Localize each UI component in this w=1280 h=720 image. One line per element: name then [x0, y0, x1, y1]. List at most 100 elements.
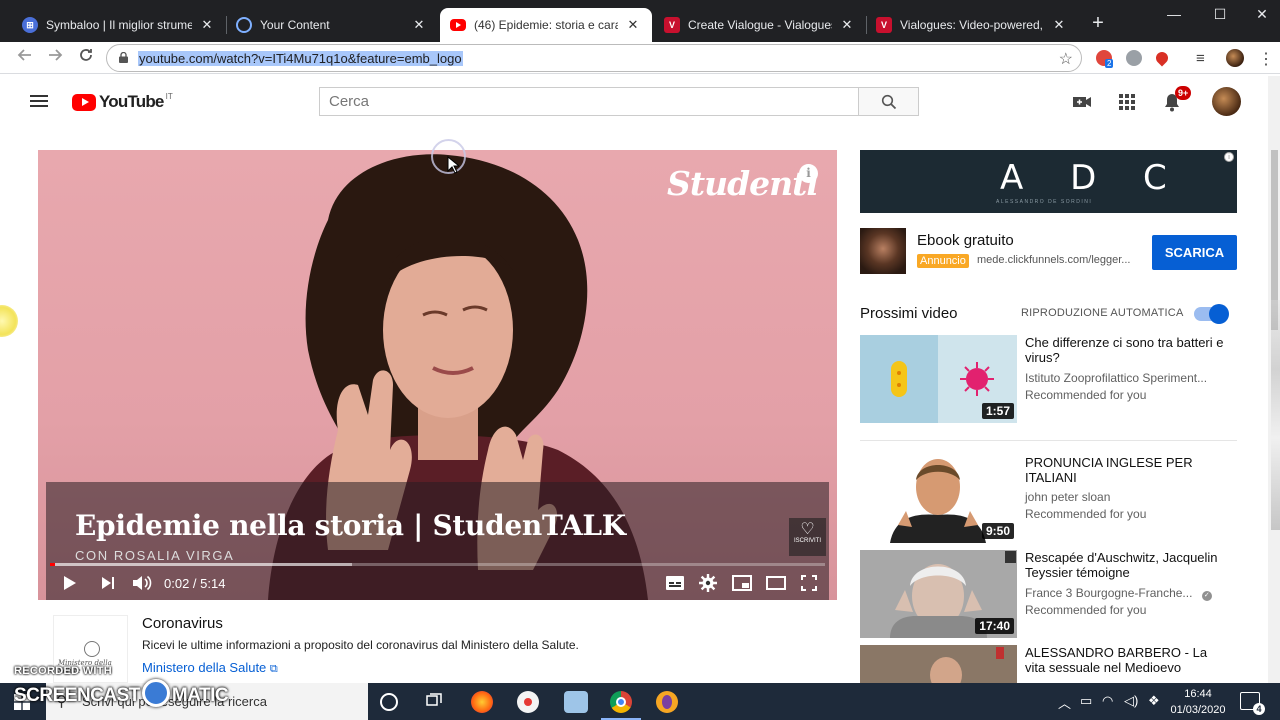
- ad-title[interactable]: Ebook gratuito: [917, 232, 1014, 249]
- close-tab-icon[interactable]: ✕: [1050, 17, 1068, 33]
- search-button[interactable]: [859, 87, 919, 116]
- settings-button[interactable]: [697, 572, 719, 594]
- info-icon[interactable]: i: [799, 164, 818, 183]
- up-next-heading: Prossimi video: [860, 305, 958, 322]
- video-title-overlay: Epidemie nella storia | StudenTALK: [75, 509, 626, 542]
- fullscreen-button[interactable]: [798, 572, 820, 594]
- skip-next-icon: [102, 577, 114, 589]
- info-panel-link[interactable]: Ministero della Salute ⧉: [142, 660, 278, 676]
- progress-loaded: [50, 563, 353, 566]
- create-video-button[interactable]: [1071, 91, 1093, 113]
- tab-your-content[interactable]: Your Content ✕: [226, 8, 438, 42]
- close-tab-icon[interactable]: ✕: [624, 17, 642, 33]
- video-title[interactable]: Che differenze ci sono tra batteri e vir…: [1025, 335, 1230, 365]
- tray-expand-icon[interactable]: ︿: [1058, 693, 1071, 712]
- ad-thumbnail[interactable]: [860, 228, 906, 274]
- maximize-button[interactable]: ☐: [1210, 6, 1230, 23]
- tab-vialogues[interactable]: V Vialogues: Video-powered, discussions …: [866, 8, 1078, 42]
- close-tab-icon[interactable]: ✕: [838, 17, 856, 33]
- wifi-icon[interactable]: ◠: [1102, 693, 1113, 709]
- youtube-logo[interactable]: YouTube IT: [72, 92, 173, 112]
- video-channel[interactable]: Istituto Zooprofilattico Speriment...: [1025, 371, 1207, 385]
- autoplay-toggle[interactable]: [1194, 304, 1229, 324]
- tab-create-vialogue[interactable]: V Create Vialogue - Vialogues ✕: [654, 8, 866, 42]
- video-thumbnail[interactable]: 1:57: [860, 335, 1017, 423]
- gear-icon: [699, 574, 717, 592]
- search-input[interactable]: [320, 88, 858, 115]
- ad-banner[interactable]: A D C ALESSANDRO DE SORDINI i: [860, 150, 1237, 213]
- taskbar-clock[interactable]: 16:44 01/03/2020: [1168, 686, 1228, 718]
- recorder-watermark-line1: RECORDED WITH: [14, 665, 113, 677]
- action-center-icon[interactable]: 4: [1240, 692, 1265, 715]
- video-thumbnail[interactable]: [860, 645, 1017, 683]
- video-title[interactable]: Rescapée d'Auschwitz, Jacquelin Teyssier…: [1025, 550, 1230, 580]
- forward-button[interactable]: [44, 47, 66, 69]
- ad-download-button[interactable]: SCARICA: [1152, 235, 1237, 270]
- hamburger-menu-icon[interactable]: [30, 95, 48, 107]
- reload-button[interactable]: [75, 47, 97, 69]
- theater-mode-button[interactable]: [765, 572, 787, 594]
- divider: [860, 440, 1237, 441]
- screencast-app-icon[interactable]: [517, 691, 539, 713]
- video-thumbnail[interactable]: 9:50: [860, 455, 1017, 543]
- subscribe-watermark-button[interactable]: ♡ ISCRIVITI: [789, 518, 826, 556]
- back-button[interactable]: [14, 47, 36, 69]
- subtitles-button[interactable]: [664, 572, 686, 594]
- chrome-icon[interactable]: [610, 691, 632, 713]
- info-panel-link-text[interactable]: Ministero della Salute: [142, 660, 266, 675]
- search-box[interactable]: [319, 87, 859, 116]
- recorder-watermark-brand: SCREENCAST MATIC: [14, 679, 229, 710]
- extension-icon[interactable]: [1126, 50, 1142, 66]
- play-button[interactable]: [59, 572, 81, 594]
- reading-list-icon[interactable]: ≡: [1196, 50, 1205, 67]
- video-channel-name[interactable]: France 3 Bourgogne-Franche...: [1025, 586, 1192, 600]
- video-title[interactable]: ALESSANDRO BARBERO - La vita sessuale ne…: [1025, 645, 1230, 675]
- video-thumbnail[interactable]: 17:40: [860, 550, 1017, 638]
- recommended-video[interactable]: 17:40 Rescapée d'Auschwitz, Jacquelin Te…: [860, 550, 1237, 640]
- address-bar[interactable]: youtube.com/watch?v=ITi4Mu71q1o&feature=…: [106, 44, 1082, 72]
- location-pin-icon[interactable]: [1153, 49, 1171, 67]
- ad-info-icon[interactable]: i: [1224, 152, 1234, 162]
- tab-symbaloo[interactable]: ⊞ Symbaloo | Il miglior strumento ✕: [12, 8, 226, 42]
- apps-button[interactable]: [1116, 91, 1138, 113]
- recommended-video[interactable]: 9:50 PRONUNCIA INGLESE PER ITALIANI john…: [860, 455, 1237, 545]
- battery-icon[interactable]: ▭: [1080, 693, 1092, 709]
- arrow-right-icon: [49, 49, 63, 61]
- speaker-icon[interactable]: ◁): [1124, 693, 1138, 709]
- next-button[interactable]: [97, 572, 119, 594]
- account-avatar[interactable]: [1212, 87, 1241, 116]
- time-display: 0:02 / 5:14: [164, 576, 226, 591]
- tab-title: Vialogues: Video-powered, discussions: [900, 18, 1044, 32]
- miniplayer-button[interactable]: [731, 572, 753, 594]
- dropbox-icon[interactable]: ❖: [1148, 693, 1160, 709]
- url-text[interactable]: youtube.com/watch?v=ITi4Mu71q1o&feature=…: [138, 51, 463, 66]
- video-channel[interactable]: john peter sloan: [1025, 490, 1110, 504]
- youtube-wordmark: YouTube: [99, 92, 164, 111]
- app-icon[interactable]: [656, 691, 678, 713]
- minimize-button[interactable]: —: [1164, 6, 1184, 22]
- task-view-icon[interactable]: [425, 692, 443, 710]
- subscribe-label: ISCRIVITI: [793, 538, 821, 544]
- notifications-count: 4: [1253, 703, 1265, 715]
- recommended-video[interactable]: ALESSANDRO BARBERO - La vita sessuale ne…: [860, 645, 1237, 683]
- cortana-icon[interactable]: [380, 693, 398, 711]
- more-menu-icon[interactable]: ⋮: [1258, 49, 1274, 69]
- volume-button[interactable]: [131, 572, 153, 594]
- tab-title: Your Content: [260, 18, 330, 32]
- extension-badge: 2: [1105, 59, 1114, 68]
- close-tab-icon[interactable]: ✕: [410, 17, 428, 33]
- video-channel[interactable]: France 3 Bourgogne-Franche... ✓: [1025, 586, 1212, 601]
- video-title[interactable]: PRONUNCIA INGLESE PER ITALIANI: [1025, 455, 1230, 485]
- cloud-app-icon[interactable]: [564, 691, 588, 713]
- video-player[interactable]: Studenti i Epidemie nella storia | Stude…: [38, 150, 837, 600]
- close-window-button[interactable]: ✕: [1252, 6, 1272, 23]
- profile-avatar[interactable]: [1226, 49, 1244, 67]
- mouse-pointer-icon: [447, 156, 459, 174]
- bookmark-star-icon[interactable]: ☆: [1059, 49, 1073, 69]
- progress-bar[interactable]: [50, 563, 825, 566]
- recommended-video[interactable]: 1:57 Che differenze ci sono tra batteri …: [860, 335, 1237, 425]
- firefox-icon[interactable]: [471, 691, 493, 713]
- close-tab-icon[interactable]: ✕: [198, 17, 216, 33]
- new-tab-button[interactable]: +: [1088, 12, 1108, 35]
- tab-youtube-active[interactable]: (46) Epidemie: storia e caratteristiche …: [440, 8, 652, 42]
